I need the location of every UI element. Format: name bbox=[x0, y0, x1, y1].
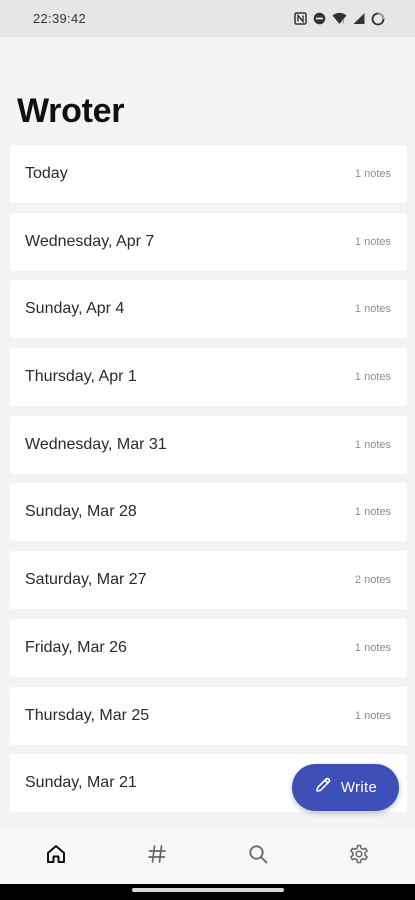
hashtag-icon bbox=[146, 843, 168, 870]
home-icon bbox=[45, 843, 67, 870]
battery-icon bbox=[371, 12, 385, 26]
write-button-label: Write bbox=[340, 779, 378, 796]
gesture-bar bbox=[0, 884, 415, 900]
page-title: Wroter bbox=[17, 92, 125, 130]
day-label: Wednesday, Mar 31 bbox=[25, 435, 167, 453]
day-item[interactable]: Friday, Mar 26 1 notes bbox=[10, 618, 407, 677]
day-label: Today bbox=[25, 165, 68, 182]
note-count: 1 notes bbox=[354, 709, 391, 722]
day-item[interactable]: Saturday, Mar 27 2 notes bbox=[10, 551, 407, 610]
day-list: Today 1 notes Wednesday, Apr 7 1 notes S… bbox=[10, 145, 407, 822]
note-count: 2 notes bbox=[354, 574, 391, 587]
note-count: 1 notes bbox=[354, 168, 391, 180]
day-label: Friday, Mar 26 bbox=[25, 638, 127, 656]
gesture-handle[interactable] bbox=[132, 888, 284, 892]
gear-icon bbox=[348, 843, 370, 870]
note-count: 1 notes bbox=[354, 371, 391, 384]
status-bar: 22:39:42 ! bbox=[0, 0, 415, 37]
day-label: Thursday, Apr 1 bbox=[25, 368, 137, 386]
note-count: 1 notes bbox=[354, 506, 391, 519]
app-screen: 22:39:42 ! Wroter Today 1 notes Wednesda… bbox=[0, 0, 415, 900]
svg-text:!: ! bbox=[343, 20, 345, 25]
nav-item-home[interactable] bbox=[26, 832, 86, 880]
note-count: 1 notes bbox=[354, 235, 391, 248]
day-label: Wednesday, Apr 7 bbox=[25, 232, 155, 250]
day-item[interactable]: Sunday, Mar 28 1 notes bbox=[10, 483, 407, 542]
day-label: Sunday, Mar 28 bbox=[25, 503, 137, 521]
status-icons: ! bbox=[294, 12, 385, 26]
note-count: 1 notes bbox=[354, 641, 391, 654]
nfc-icon bbox=[294, 12, 307, 25]
day-label: Sunday, Apr 4 bbox=[25, 300, 125, 318]
nav-item-tags[interactable] bbox=[127, 832, 187, 880]
day-label: Saturday, Mar 27 bbox=[25, 571, 147, 589]
day-item[interactable]: Sunday, Apr 4 1 notes bbox=[10, 280, 407, 339]
signal-icon bbox=[353, 12, 365, 25]
note-count: 1 notes bbox=[354, 303, 391, 316]
day-item[interactable]: Wednesday, Mar 31 1 notes bbox=[10, 415, 407, 474]
note-count: 1 notes bbox=[354, 438, 391, 451]
nav-item-settings[interactable] bbox=[329, 832, 389, 880]
day-item[interactable]: Thursday, Apr 1 1 notes bbox=[10, 348, 407, 407]
pencil-icon bbox=[314, 776, 332, 799]
wifi-icon: ! bbox=[332, 12, 347, 25]
nav-item-search[interactable] bbox=[228, 832, 288, 880]
bottom-nav bbox=[0, 828, 415, 884]
day-item[interactable]: Wednesday, Apr 7 1 notes bbox=[10, 212, 407, 271]
do-not-disturb-icon bbox=[313, 12, 326, 25]
write-button[interactable]: Write bbox=[292, 764, 399, 811]
day-label: Thursday, Mar 25 bbox=[25, 706, 150, 724]
day-item[interactable]: Thursday, Mar 25 1 notes bbox=[10, 686, 407, 745]
day-item[interactable]: Today 1 notes bbox=[10, 145, 407, 203]
search-icon bbox=[247, 843, 269, 870]
status-time: 22:39:42 bbox=[33, 11, 87, 26]
